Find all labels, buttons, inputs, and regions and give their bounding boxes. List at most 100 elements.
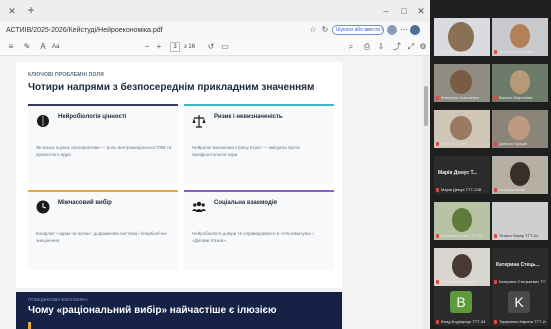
participant-tile[interactable]: Катерина Коваленко bbox=[434, 64, 490, 102]
participant-name: Світлана Марченко bbox=[441, 279, 478, 284]
mic-muted-icon bbox=[494, 280, 497, 284]
clock-icon bbox=[36, 200, 50, 214]
mic-muted-icon bbox=[494, 96, 497, 100]
close-window-icon[interactable]: ✕ bbox=[415, 5, 427, 17]
participant-photo bbox=[450, 116, 472, 140]
participant-tile[interactable]: Катерина Стець... Катерина Стецькевич ТТ… bbox=[492, 248, 548, 286]
participant-tile[interactable]: Світлана Марченко bbox=[434, 248, 490, 286]
participant-name: Василь Мартинюк bbox=[499, 95, 533, 100]
participant-name: Катерина Коваленко bbox=[441, 95, 480, 100]
print-icon[interactable]: ⎙ bbox=[362, 42, 372, 52]
fit-page-icon[interactable]: ▭ bbox=[220, 42, 230, 52]
sidebar-icon[interactable]: ≡ bbox=[6, 42, 16, 52]
zoom-in-icon[interactable]: + bbox=[154, 42, 164, 52]
zoom-out-icon[interactable]: − bbox=[142, 42, 152, 52]
participant-tile[interactable]: Аліна Антонів bbox=[492, 156, 548, 194]
account-avatar[interactable] bbox=[410, 25, 420, 35]
participant-photo bbox=[450, 70, 472, 94]
participant-tile[interactable]: K Тарасенко Карина ТТТ-24 bbox=[492, 286, 548, 326]
mic-muted-icon bbox=[436, 142, 439, 146]
settings-icon[interactable]: ⚙ bbox=[418, 42, 428, 52]
card-accent-bar bbox=[184, 190, 334, 192]
card-neurobiology: Нейробіологія цінності Як мозок оцінює а… bbox=[28, 104, 178, 184]
participant-display-name: Марія Демус Т... bbox=[438, 170, 478, 176]
page-title: Чотири напрями з безпосереднім прикладни… bbox=[28, 82, 315, 93]
maximize-icon[interactable]: □ bbox=[398, 5, 410, 17]
participant-tile[interactable]: Марія Демус Т... Марія Демус ТТТ-248 bbox=[434, 156, 490, 194]
refresh-icon[interactable]: ↻ bbox=[320, 25, 330, 35]
draw-icon[interactable]: ✎ bbox=[22, 42, 32, 52]
participant-name: Тетяна Лазар ТТТ-24 bbox=[499, 233, 539, 238]
participant-name: Данило Проців bbox=[499, 141, 527, 146]
participant-name: Тарасенко Карина ТТТ-24 bbox=[499, 319, 546, 324]
participant-tile[interactable]: Лілія ТТТ-248 bbox=[434, 110, 490, 148]
card-text: Нейронні механізми страху втрат — амігда… bbox=[192, 145, 300, 157]
participant-tile[interactable]: Олег Смовський bbox=[434, 18, 490, 56]
mic-muted-icon bbox=[494, 234, 497, 238]
read-aloud-label[interactable]: Аа bbox=[52, 42, 66, 52]
expand-icon[interactable]: ⤢ bbox=[406, 42, 416, 52]
mic-muted-icon bbox=[494, 320, 497, 324]
search-icon[interactable]: ⌕ bbox=[346, 42, 356, 52]
rotate-icon[interactable]: ↺ bbox=[206, 42, 216, 52]
scrollbar[interactable] bbox=[422, 56, 430, 329]
participant-name: Олег Смовський bbox=[436, 49, 467, 54]
save-icon[interactable]: ⇩ bbox=[376, 42, 386, 52]
mic-muted-icon bbox=[436, 96, 439, 100]
text-size-icon[interactable]: A bbox=[38, 42, 48, 52]
participant-tile[interactable]: Вероніка Сава ТТТ-24 bbox=[434, 202, 490, 240]
brain-icon bbox=[37, 115, 49, 127]
card-accent-bar bbox=[28, 190, 178, 192]
page-total: з 16 bbox=[184, 44, 196, 50]
participant-name: Марія Демус ТТТ-248 bbox=[441, 187, 482, 192]
participant-tile[interactable]: Данило Проців bbox=[492, 110, 548, 148]
profile-avatar[interactable] bbox=[387, 25, 397, 35]
participant-photo bbox=[448, 22, 474, 52]
participant-tile[interactable]: Василь Мартинюк bbox=[492, 64, 548, 102]
new-tab-icon[interactable]: + bbox=[25, 4, 37, 16]
participant-photo bbox=[510, 162, 530, 186]
card-title: Соціальна взаємодія bbox=[214, 200, 277, 206]
more-icon[interactable]: ⋯ bbox=[399, 25, 409, 35]
share-icon[interactable]: ⤴ bbox=[392, 42, 402, 52]
page-title: Чому «раціональний вибір» найчастіше є і… bbox=[28, 305, 277, 316]
card-intertemporal: Міжчасовий вибір Конфлікт «зараз чи поті… bbox=[28, 190, 178, 270]
participant-name: Лілія ТТТ-248 bbox=[441, 141, 467, 146]
card-accent-bar bbox=[184, 104, 334, 106]
card-risk: Ризик і невизначеність Нейронні механізм… bbox=[184, 104, 334, 184]
page-number-input[interactable]: 3 bbox=[170, 42, 180, 52]
participant-photo bbox=[452, 208, 472, 232]
participant-photo bbox=[508, 116, 530, 140]
card-text: Як мозок оцінює альтернативи — роль вент… bbox=[36, 145, 172, 157]
pdf-viewer[interactable]: КЛЮЧОВІ ПРОБЛЕМНІ ПОЛЯ Чотири напрями з … bbox=[0, 56, 430, 329]
minimize-icon[interactable]: – bbox=[380, 5, 392, 17]
section-eyebrow: КЛЮЧОВІ ПРОБЛЕМНІ ПОЛЯ bbox=[28, 72, 104, 78]
participant-name: Аліна Антонів bbox=[499, 187, 525, 192]
mic-muted-icon bbox=[436, 188, 439, 192]
search-pill[interactable]: Шукати або ввести URL bbox=[332, 25, 384, 35]
pdf-page-next: ПОВЕДІНКОВА ЕКОНОМІКА Чому «раціональний… bbox=[16, 292, 342, 329]
participant-letter-avatar: K bbox=[508, 291, 530, 313]
url-text[interactable]: АСТИІВ/2025-2026/Кейстуді/Нейроекономіка… bbox=[6, 25, 306, 36]
mic-muted-icon bbox=[494, 50, 497, 54]
section-eyebrow: ПОВЕДІНКОВА ЕКОНОМІКА bbox=[28, 297, 88, 302]
mic-muted-icon bbox=[436, 280, 439, 284]
participant-letter-avatar: B bbox=[450, 291, 472, 313]
close-tab-icon[interactable]: ✕ bbox=[6, 5, 18, 17]
participant-name: Вероніка Сава ТТТ-24 bbox=[441, 233, 483, 238]
participant-tile[interactable]: Марина Кузьменко bbox=[492, 18, 548, 56]
address-bar[interactable]: АСТИІВ/2025-2026/Кейстуді/Нейроекономіка… bbox=[0, 22, 430, 38]
mic-muted-icon bbox=[436, 320, 439, 324]
pdf-page: КЛЮЧОВІ ПРОБЛЕМНІ ПОЛЯ Чотири напрями з … bbox=[16, 62, 342, 288]
participant-display-name: Катерина Стець... bbox=[496, 262, 540, 268]
star-icon[interactable]: ☆ bbox=[308, 25, 318, 35]
participant-photo bbox=[510, 70, 530, 94]
scales-icon bbox=[192, 115, 206, 128]
meeting-panel: Олег Смовський Марина Кузьменко Катерина… bbox=[430, 0, 551, 329]
participant-name: Марина Кузьменко bbox=[499, 49, 535, 54]
card-text: Нейробіологія довіри та справедливості в… bbox=[192, 231, 314, 243]
participant-tile[interactable]: B Влад Боднарчук ТТТ-34 bbox=[434, 286, 490, 326]
participant-tile[interactable]: Тетяна Лазар ТТТ-24 bbox=[492, 202, 548, 240]
screen: ✕ + – □ ✕ АСТИІВ/2025-2026/Кейстуді/Нейр… bbox=[0, 0, 551, 329]
scroll-thumb[interactable] bbox=[424, 86, 428, 126]
